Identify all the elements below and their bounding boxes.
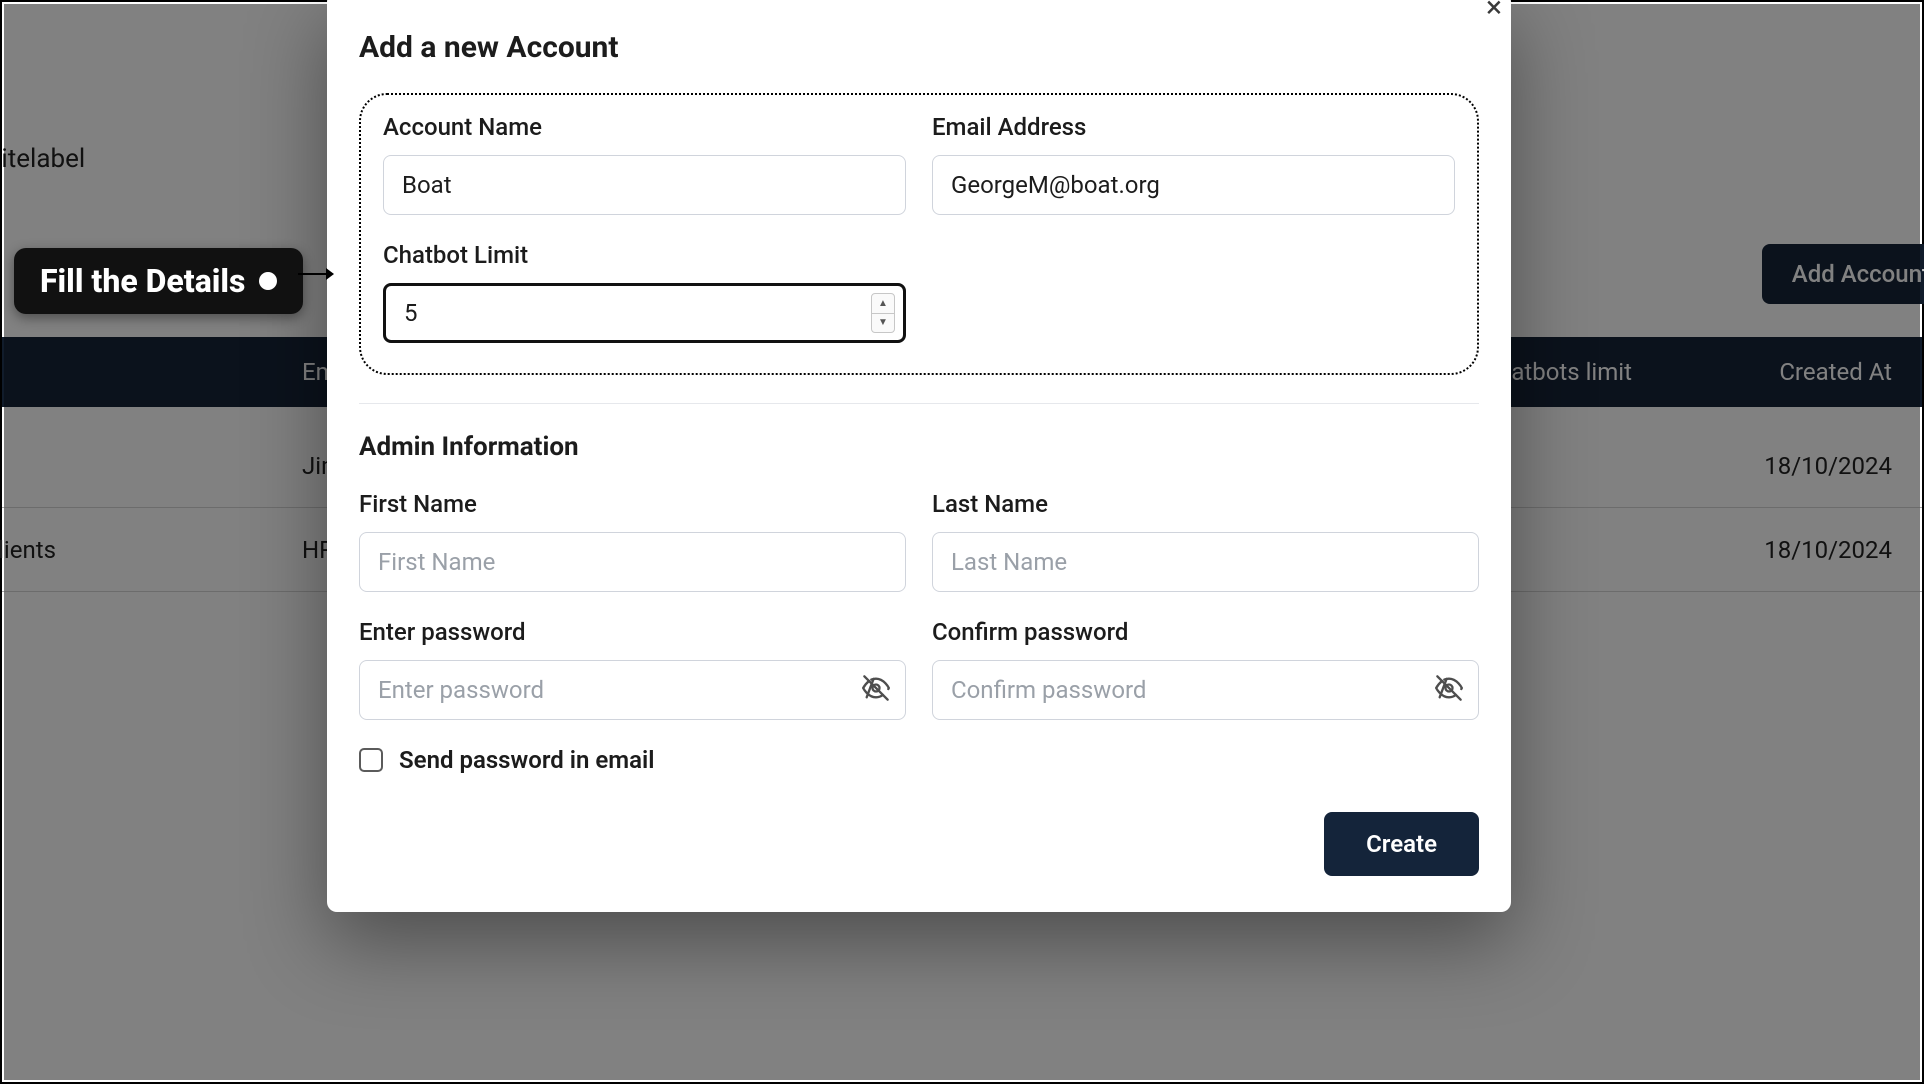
confirm-password-input[interactable] [932, 660, 1479, 720]
email-address-input[interactable] [932, 155, 1455, 215]
stepper-up-icon[interactable]: ▲ [872, 294, 894, 314]
modal-title: Add a new Account [359, 30, 1479, 65]
close-button[interactable]: × [1471, 0, 1517, 30]
field-confirm-password: Confirm password [932, 618, 1479, 720]
email-address-label: Email Address [932, 113, 1455, 141]
table-header-created-at: Created At [1779, 358, 1892, 386]
last-name-label: Last Name [932, 490, 1479, 518]
close-icon: × [1486, 0, 1502, 25]
send-password-checkbox[interactable] [359, 748, 383, 772]
table-cell: 18/10/2024 [1764, 536, 1892, 564]
annotation-label: Fill the Details [40, 262, 245, 300]
field-password: Enter password [359, 618, 906, 720]
account-details-section: Account Name Email Address Chatbot Limit… [359, 93, 1479, 375]
divider [359, 403, 1479, 404]
field-email-address: Email Address [932, 113, 1455, 215]
table-cell: 18/10/2024 [1764, 452, 1892, 480]
annotation-dot-icon [259, 272, 277, 290]
eye-off-icon[interactable] [862, 674, 890, 706]
first-name-label: First Name [359, 490, 906, 518]
send-password-label: Send password in email [399, 746, 654, 774]
field-chatbot-limit: Chatbot Limit ▲ ▼ [383, 241, 906, 343]
account-name-input[interactable] [383, 155, 906, 215]
nav-link-whitelabel[interactable]: Whitelabel [0, 144, 85, 174]
eye-off-icon[interactable] [1435, 674, 1463, 706]
add-account-modal: × Add a new Account Account Name Email A… [327, 0, 1511, 912]
field-first-name: First Name [359, 490, 906, 592]
add-account-button[interactable]: Add Account [1762, 244, 1924, 304]
chatbot-limit-label: Chatbot Limit [383, 241, 906, 269]
table-cell: ard Clients [0, 536, 56, 564]
field-last-name: Last Name [932, 490, 1479, 592]
chatbot-limit-input[interactable] [386, 286, 903, 340]
confirm-password-label: Confirm password [932, 618, 1479, 646]
last-name-input[interactable] [932, 532, 1479, 592]
number-stepper[interactable]: ▲ ▼ [871, 293, 895, 333]
password-input[interactable] [359, 660, 906, 720]
create-button[interactable]: Create [1324, 812, 1479, 876]
stepper-down-icon[interactable]: ▼ [872, 314, 894, 333]
field-account-name: Account Name [383, 113, 906, 215]
account-name-label: Account Name [383, 113, 906, 141]
send-password-row: Send password in email [359, 746, 1479, 774]
annotation-badge: Fill the Details [14, 248, 303, 314]
annotation-arrow-icon [298, 266, 334, 268]
password-label: Enter password [359, 618, 906, 646]
admin-info-heading: Admin Information [359, 432, 1479, 462]
first-name-input[interactable] [359, 532, 906, 592]
